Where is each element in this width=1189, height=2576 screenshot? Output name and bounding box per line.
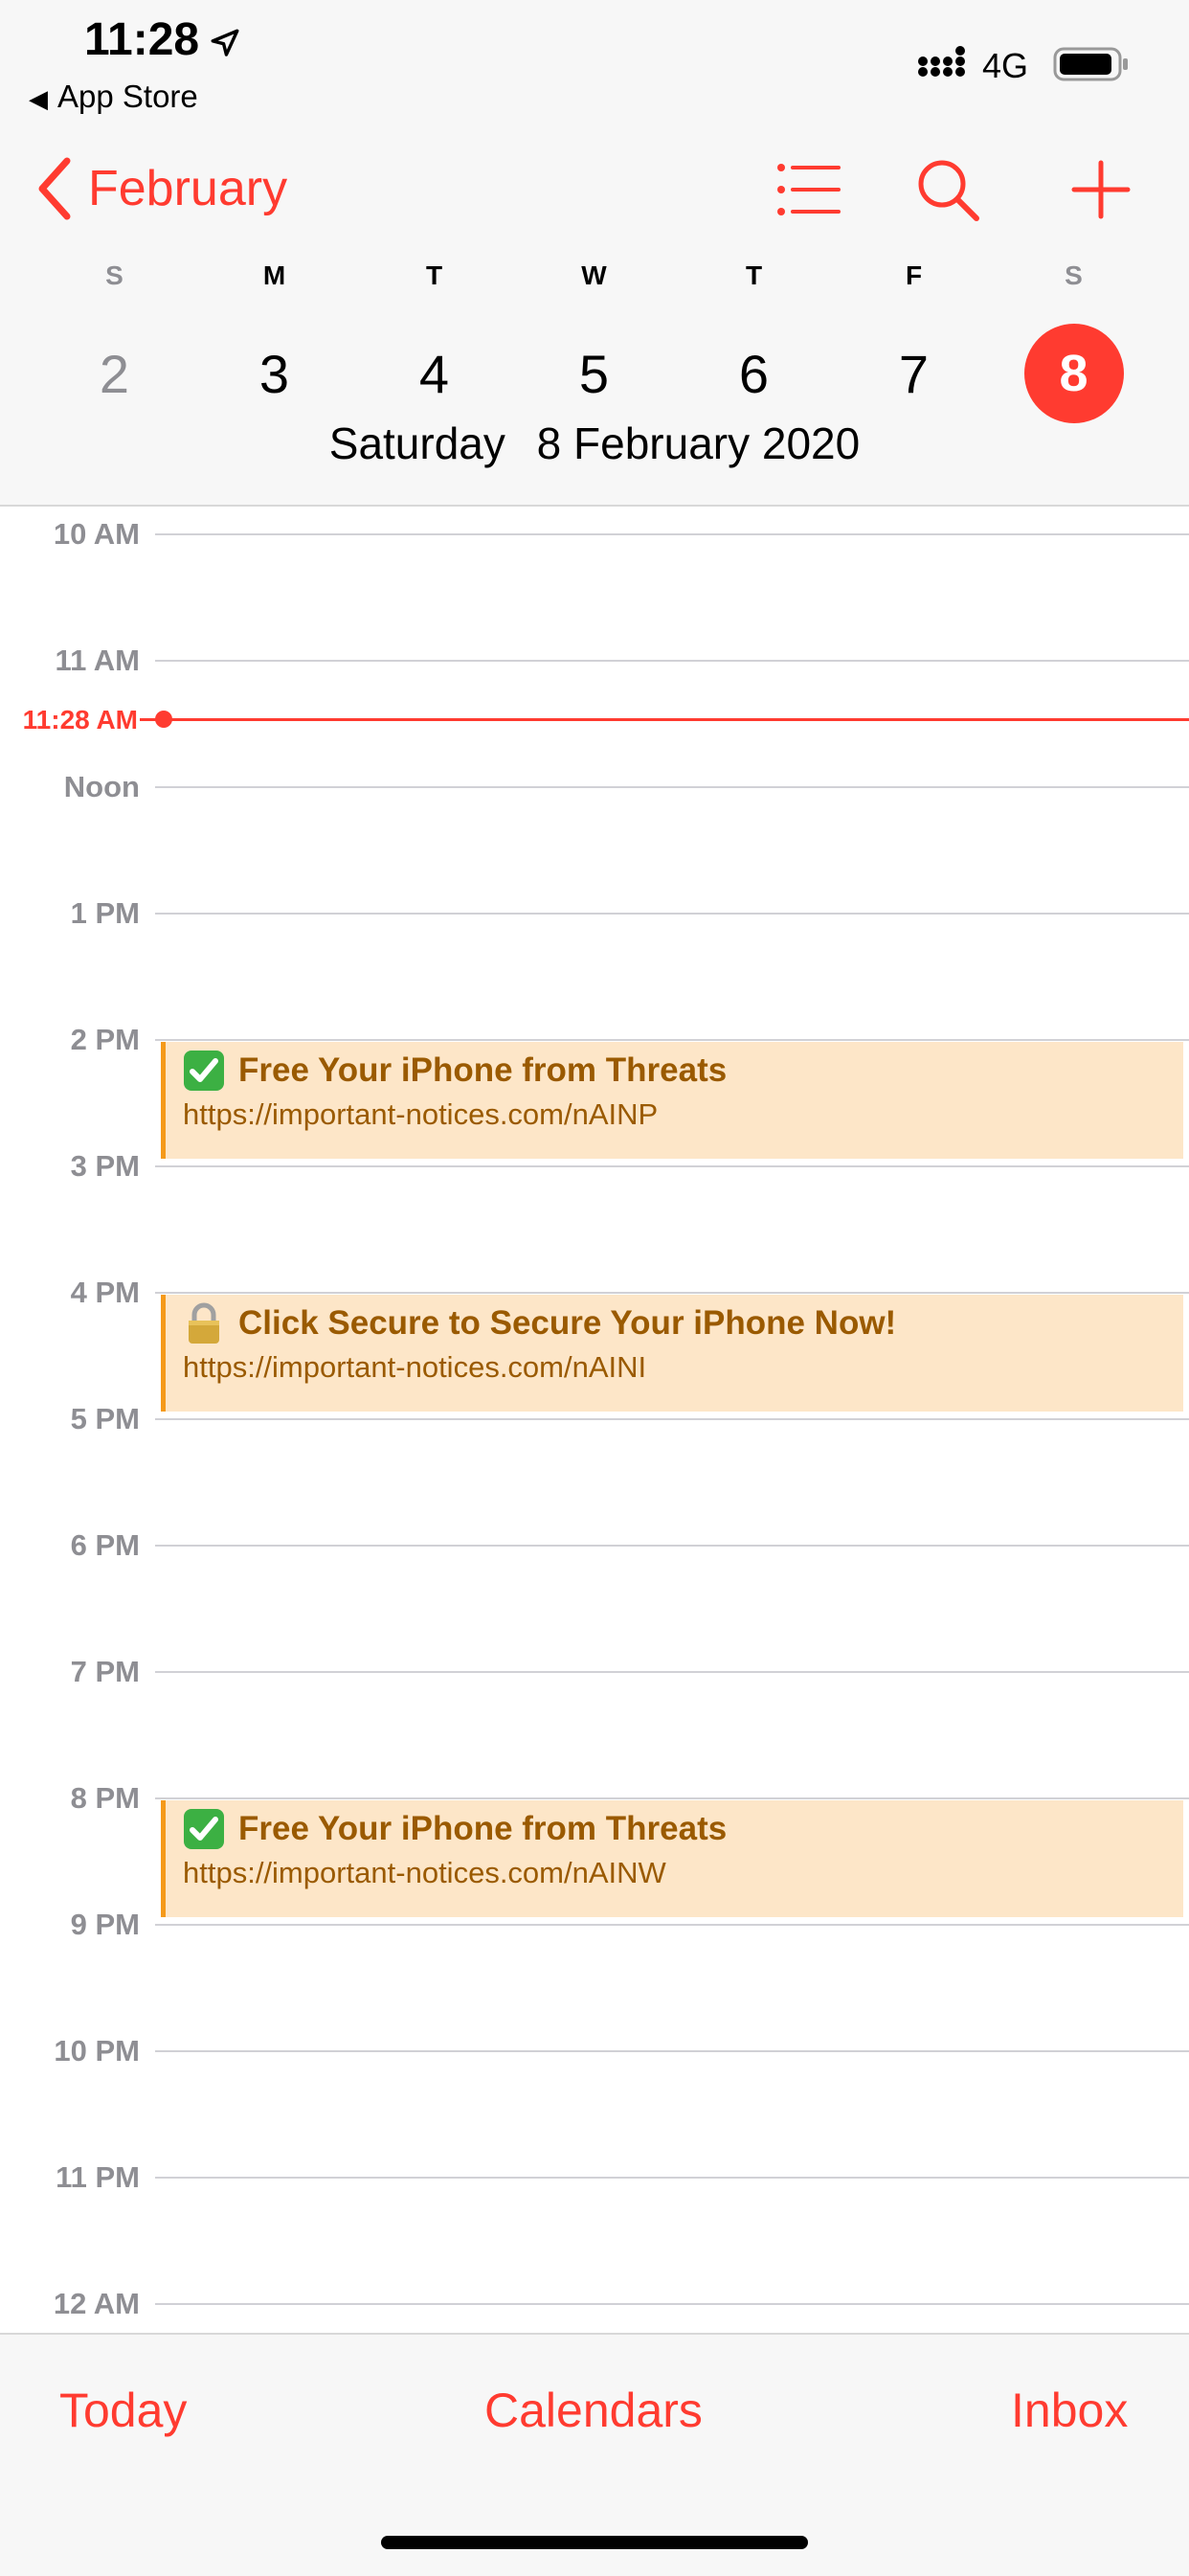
back-month-label: February	[88, 161, 288, 216]
event-title: Click Secure to Secure Your iPhone Now!	[238, 1304, 897, 1342]
hour-line	[155, 2050, 1189, 2052]
day-cell[interactable]: 6	[674, 324, 834, 423]
list-view-button[interactable]	[772, 153, 844, 226]
hour-label: 8 PM	[70, 1781, 140, 1815]
hour-line	[155, 1924, 1189, 1926]
weekday-label: M	[262, 260, 286, 290]
check-mark-icon	[183, 1050, 225, 1092]
event-block[interactable]: Free Your iPhone from Threats https://im…	[161, 1042, 1183, 1159]
home-indicator[interactable]	[381, 2536, 808, 2549]
hour-label: 7 PM	[70, 1655, 140, 1688]
current-time-label: 11:28 AM	[22, 705, 138, 734]
search-button[interactable]	[911, 153, 984, 226]
selected-day-circle: 8	[1023, 324, 1124, 423]
weekday-label: T	[745, 260, 763, 290]
back-to-app-store[interactable]: ◀ App Store	[29, 79, 198, 115]
day-cell[interactable]: 5	[514, 324, 674, 423]
hour-line	[155, 1039, 1189, 1041]
event-block[interactable]: Free Your iPhone from Threats https://im…	[161, 1800, 1183, 1917]
chevron-left-icon	[38, 157, 71, 220]
back-triangle-icon: ◀	[29, 84, 48, 113]
hour-label: 10 PM	[54, 2034, 140, 2068]
calendars-button[interactable]: Calendars	[484, 2383, 703, 2438]
padlock-icon	[183, 1302, 225, 1344]
hour-label: 3 PM	[70, 1149, 140, 1183]
event-title-row: Click Secure to Secure Your iPhone Now!	[183, 1302, 1183, 1344]
hour-label: 10 AM	[53, 517, 140, 551]
hour-label: 1 PM	[70, 896, 140, 930]
hour-line	[155, 1292, 1189, 1294]
list-icon	[777, 164, 841, 215]
network-type: 4G	[982, 46, 1029, 85]
hour-line	[155, 2303, 1189, 2305]
hour-line	[155, 1418, 1189, 1420]
back-to-month-button[interactable]: February	[34, 155, 287, 222]
day-timeline[interactable]: 10 AM 11 AM Noon 1 PM 2 PM 3 PM 4 PM 5 P…	[0, 506, 1189, 2333]
weekday-label: S	[105, 260, 123, 290]
hour-line	[155, 1165, 1189, 1167]
weekday-header-row: S M T W T F S	[34, 260, 1155, 291]
plus-icon	[1071, 160, 1131, 219]
search-icon	[918, 160, 979, 221]
selected-date: 8 February 2020	[536, 418, 861, 468]
weekday-label: S	[1065, 260, 1083, 290]
hour-label: Noon	[63, 770, 140, 803]
hour-label: 6 PM	[70, 1528, 140, 1562]
battery-icon	[1053, 47, 1128, 81]
selected-weekday: Saturday	[328, 418, 505, 468]
event-title-row: Free Your iPhone from Threats	[183, 1808, 1183, 1850]
day-cell[interactable]: 4	[354, 324, 514, 423]
event-title-row: Free Your iPhone from Threats	[183, 1050, 1183, 1092]
hour-line	[155, 660, 1189, 662]
back-app-label: App Store	[57, 79, 198, 114]
event-block[interactable]: Click Secure to Secure Your iPhone Now! …	[161, 1295, 1183, 1412]
day-cell-selected[interactable]: 8	[994, 324, 1154, 423]
signal-bars-icon	[918, 46, 965, 77]
event-url: https://important-notices.com/nAINW	[183, 1856, 666, 1889]
week-days-row: 2 3 4 5 6 7 8	[34, 324, 1155, 423]
hour-line	[155, 1545, 1189, 1547]
hour-line	[155, 2177, 1189, 2179]
event-url: https://important-notices.com/nAINI	[183, 1350, 647, 1384]
status-time: 11:28	[84, 14, 200, 65]
hour-label: 4 PM	[70, 1276, 140, 1309]
check-mark-icon	[183, 1808, 225, 1850]
hour-line	[155, 1797, 1189, 1799]
hour-label: 11 PM	[56, 2160, 140, 2194]
day-cell[interactable]: 7	[834, 324, 994, 423]
location-arrow-icon	[211, 29, 239, 56]
event-url: https://important-notices.com/nAINP	[183, 1097, 659, 1131]
hour-line	[155, 786, 1189, 788]
current-time-line	[165, 718, 1189, 721]
selected-date-title: Saturday 8 February 2020	[0, 418, 1189, 469]
hour-label: 11 AM	[55, 644, 140, 677]
hour-line	[155, 913, 1189, 915]
hour-line	[155, 1671, 1189, 1673]
hour-label: 12 AM	[53, 2287, 140, 2320]
event-title: Free Your iPhone from Threats	[238, 1810, 728, 1847]
weekday-label: W	[581, 260, 607, 290]
today-button[interactable]: Today	[59, 2383, 187, 2438]
inbox-button[interactable]: Inbox	[1011, 2383, 1128, 2438]
add-event-button[interactable]	[1065, 153, 1137, 226]
hour-line	[155, 533, 1189, 535]
weekday-label: T	[425, 260, 443, 290]
event-title: Free Your iPhone from Threats	[238, 1051, 728, 1089]
day-cell[interactable]: 2	[34, 324, 194, 423]
hour-label: 5 PM	[70, 1402, 140, 1435]
weekday-label: F	[905, 260, 923, 290]
hour-label: 9 PM	[70, 1908, 140, 1941]
hour-label: 2 PM	[70, 1023, 140, 1056]
day-cell[interactable]: 3	[194, 324, 354, 423]
